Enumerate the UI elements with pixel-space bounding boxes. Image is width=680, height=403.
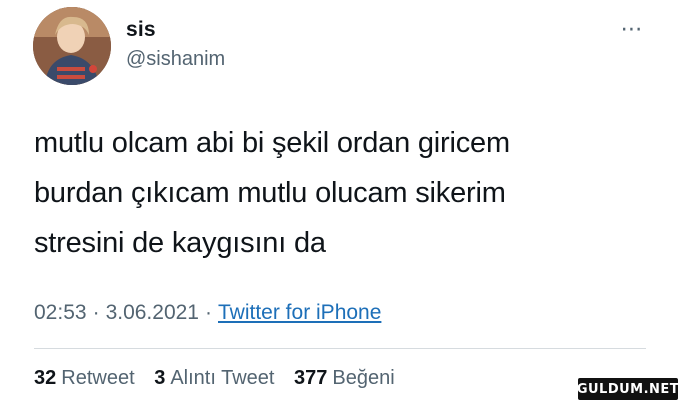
likes-count: 377: [294, 367, 328, 389]
likes-stat[interactable]: 377 Beğeni: [294, 367, 395, 389]
quote-tweets-count: 3: [154, 367, 166, 389]
tweet-source-link[interactable]: Twitter for iPhone: [218, 301, 381, 324]
meta-separator: ·: [205, 301, 212, 324]
tweet-date[interactable]: 3.06.2021: [106, 301, 199, 324]
avatar-photo: [33, 7, 111, 85]
tweet-text-line: burdan çıkıcam mutlu olucam sikerim: [34, 177, 506, 209]
tweet-text-line: mutlu olcam abi bi şekil ordan giricem: [34, 127, 510, 159]
retweets-stat[interactable]: 32 Retweet: [34, 367, 135, 389]
likes-label: Beğeni: [332, 367, 395, 389]
more-options-icon[interactable]: ⋯: [614, 16, 650, 42]
divider: [34, 348, 646, 349]
meta-separator: ·: [92, 301, 100, 324]
user-handle[interactable]: @sishanim: [126, 48, 225, 71]
tweet-card: sis @sishanim ⋯ mutlu olcam abi bi şekil…: [0, 0, 680, 403]
tweet-text-line: stresini de kaygısını da: [34, 227, 326, 259]
quote-tweets-label: Alıntı Tweet: [170, 367, 275, 389]
avatar[interactable]: [33, 7, 111, 85]
watermark: GULDUM.NET: [577, 378, 679, 400]
tweet-metadata: 02:53 · 3.06.2021 · Twitter for iPhone: [34, 301, 381, 325]
quote-tweets-stat[interactable]: 3 Alıntı Tweet: [154, 367, 274, 389]
tweet-text: mutlu olcam abi bi şekil ordan giricem b…: [34, 118, 654, 268]
engagement-stats: 32 Retweet 3 Alıntı Tweet 377 Beğeni: [34, 367, 409, 390]
retweets-label: Retweet: [61, 367, 135, 389]
retweets-count: 32: [34, 367, 57, 389]
tweet-time[interactable]: 02:53: [34, 301, 87, 324]
display-name[interactable]: sis: [126, 18, 156, 42]
